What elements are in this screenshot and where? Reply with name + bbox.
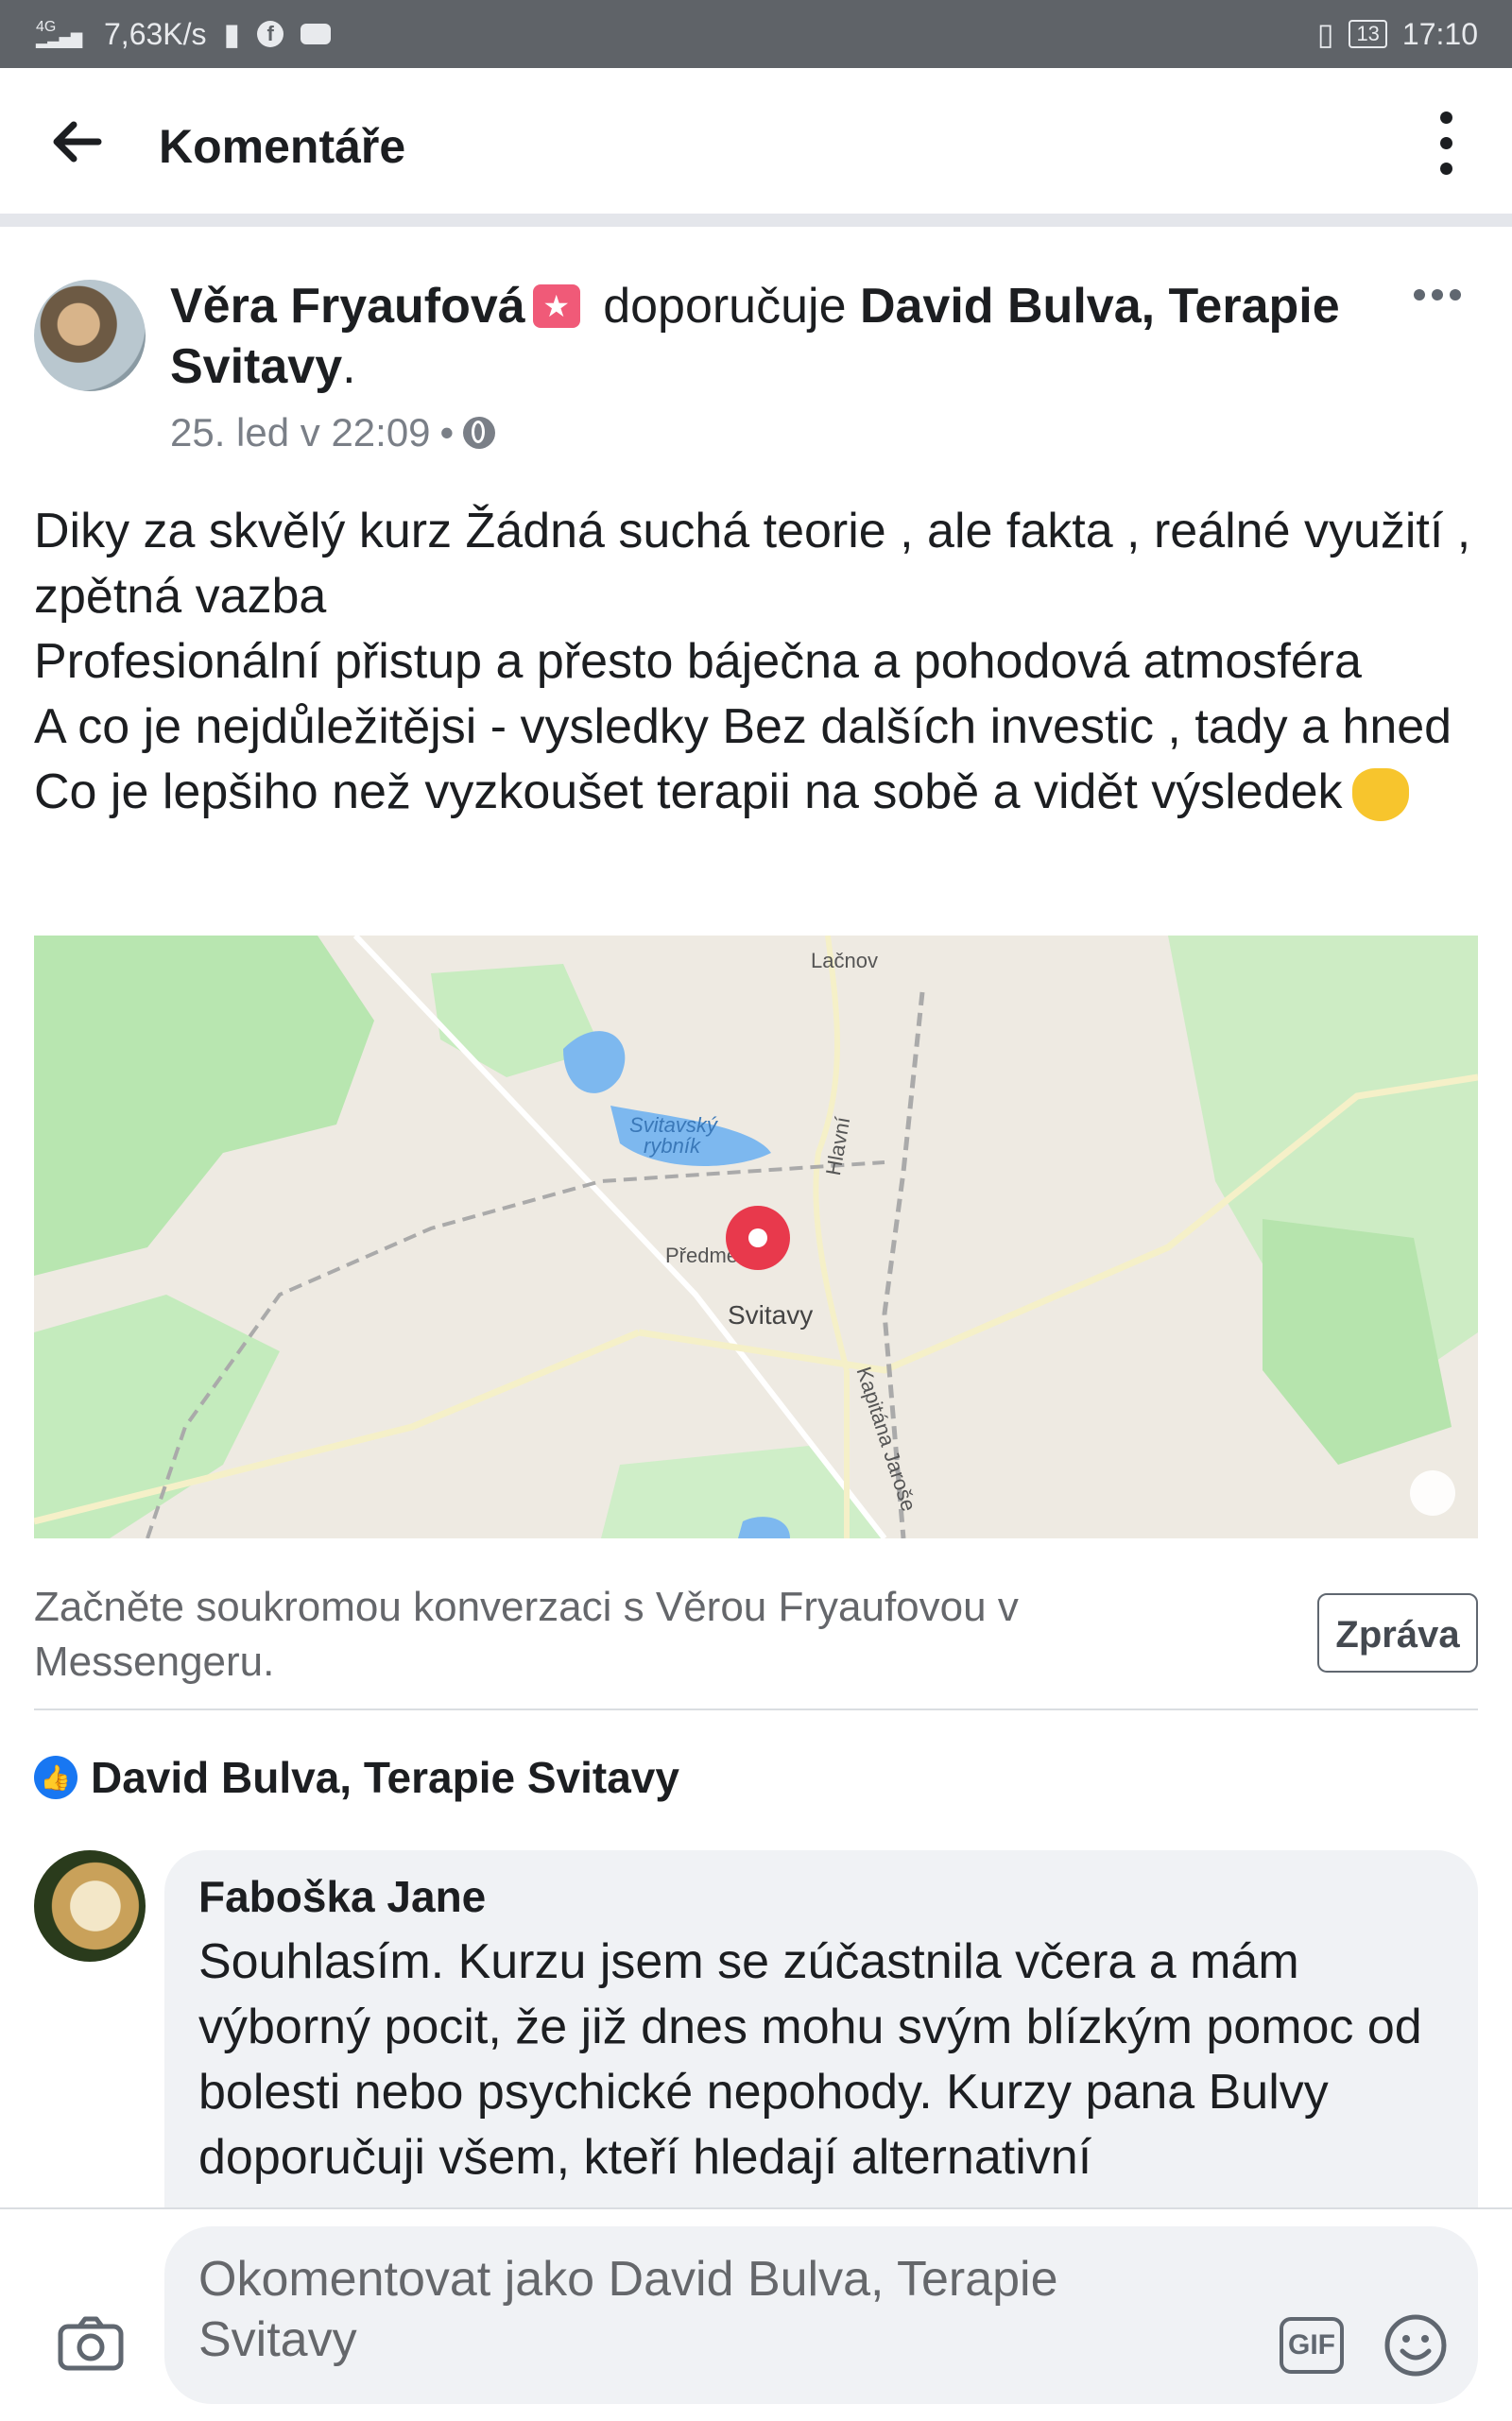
page-title: Komentáře [159,120,406,173]
location-pin-icon[interactable] [726,1206,790,1270]
battery-icon: 13 [1349,20,1387,48]
alert-icon: ▮ [223,17,241,51]
globe-icon [463,417,496,449]
camera-icon[interactable] [57,2315,125,2372]
post-body: Diky za skvělý kurz Žádná suchá teorie ,… [34,499,1489,825]
more-vertical-icon[interactable] [1436,112,1455,188]
post-more-icon[interactable] [1414,289,1461,300]
clock: 17:10 [1401,16,1478,51]
map-label-city: Svitavy [728,1300,814,1330]
meta-separator: • [439,410,455,455]
recommend-badge-icon: ★ [532,284,580,329]
comment-author[interactable]: Faboška Jane [198,1871,486,1922]
headline-suffix: . [342,339,356,394]
post-body-text: Diky za skvělý kurz Žádná suchá teorie ,… [34,504,1471,819]
network-speed: 7,63K/s [104,16,207,51]
network-type: 4G [36,19,57,35]
like-name[interactable]: David Bulva, Terapie Svitavy [91,1752,679,1803]
divider [34,1708,1478,1710]
app-bar: Komentáře [0,68,1512,227]
signal-icon: 4G ▂▃▅▇ [36,19,83,48]
status-bar: 4G ▂▃▅▇ 7,63K/s ▮ f ▯ 13 17:10 [0,0,1512,68]
youtube-icon [301,24,332,44]
post-meta: 25. led v 22:09 • [170,410,496,455]
recommend-verb: doporučuje [603,279,847,334]
comment-text: Souhlasím. Kurzu jsem se zúčastnila včer… [198,1934,1422,2185]
vibrate-icon: ▯ [1316,17,1334,51]
comment-composer: Okomentovat jako David Bulva, Terapie Sv… [0,2207,1512,2421]
messenger-prompt: Začněte soukromou konverzaci s Věrou Fry… [34,1584,1019,1685]
map-label-north: Lačnov [811,949,878,972]
message-button[interactable]: Zpráva [1317,1593,1478,1673]
commenter-avatar[interactable] [34,1850,146,1962]
clapping-hands-icon [1351,768,1409,822]
like-icon: 👍 [34,1756,77,1799]
facebook-icon: f [257,21,284,47]
author-name[interactable]: Věra Fryaufová [170,279,525,334]
author-avatar[interactable] [34,280,146,391]
post-headline: Věra Fryaufová ★ doporučuje David Bulva, … [170,276,1361,397]
gif-icon[interactable]: GIF [1280,2317,1344,2374]
comment-input[interactable]: Okomentovat jako David Bulva, Terapie Sv… [164,2226,1478,2404]
post-time[interactable]: 25. led v 22:09 [170,410,431,455]
comment-placeholder: Okomentovat jako David Bulva, Terapie Sv… [198,2252,1058,2367]
emoji-icon[interactable] [1383,2313,1448,2378]
map-label-lake: Svitavský rybník [629,1113,717,1158]
back-arrow-icon[interactable] [49,113,106,170]
location-map[interactable]: Lačnov Svitavský rybník Hlavní Předměstí… [34,936,1478,1538]
like-row[interactable]: 👍 David Bulva, Terapie Svitavy [34,1752,679,1803]
